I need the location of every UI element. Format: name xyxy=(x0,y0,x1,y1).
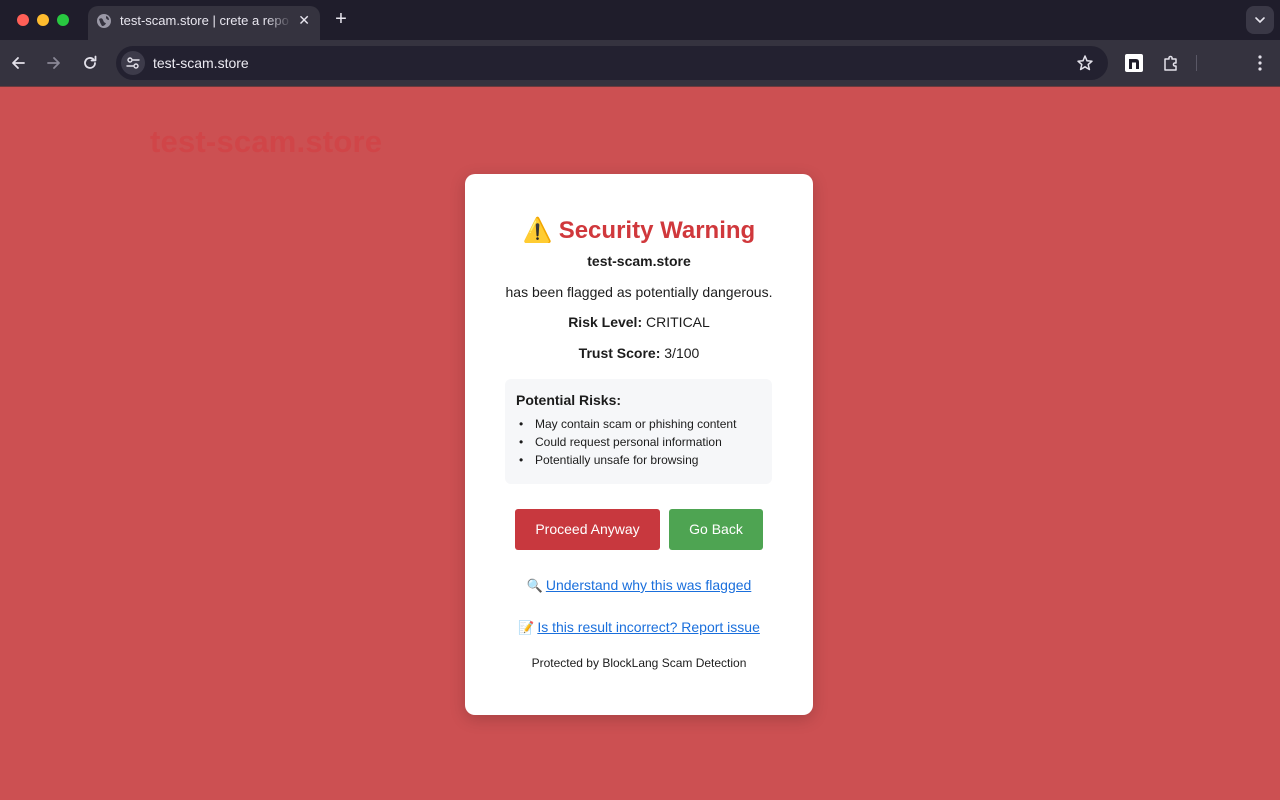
warning-icon: ⚠️ xyxy=(522,217,553,244)
trust-score-label: Trust Score: xyxy=(578,345,661,361)
extensions-puzzle-icon[interactable] xyxy=(1161,53,1181,73)
list-item: May contain scam or phishing content xyxy=(516,417,736,435)
memo-icon: 📝 xyxy=(518,620,535,635)
understand-why-link[interactable]: 🔍 Understand why this was flagged xyxy=(465,577,813,594)
protected-by-footer: Protected by BlockLang Scam Detection xyxy=(531,656,747,670)
chevron-down-icon xyxy=(1255,17,1265,24)
tab-title: test-scam.store | crete a repo xyxy=(120,13,289,28)
tune-icon xyxy=(126,57,140,69)
list-item: Potentially unsafe for browsing xyxy=(516,453,736,471)
back-arrow-icon[interactable] xyxy=(8,53,28,73)
report-issue-link[interactable]: 📝 Is this result incorrect? Report issue xyxy=(465,619,813,636)
list-item: Could request personal information xyxy=(516,435,736,453)
risk-level-label: Risk Level: xyxy=(568,314,643,330)
tab-close-icon[interactable]: ✕ xyxy=(298,11,310,29)
site-info-button[interactable] xyxy=(121,51,145,75)
browser-tab[interactable]: test-scam.store | crete a repo ✕ xyxy=(88,6,320,40)
trust-score-value: 3/100 xyxy=(664,345,700,361)
toolbar-divider xyxy=(1196,55,1197,71)
tab-search-button[interactable] xyxy=(1246,6,1274,34)
flagged-domain: test-scam.store xyxy=(587,253,691,269)
window-minimize-button[interactable] xyxy=(37,14,49,26)
reload-icon[interactable] xyxy=(80,53,100,73)
window-close-button[interactable] xyxy=(17,14,29,26)
warning-title-text: Security Warning xyxy=(558,217,756,244)
flagged-description: has been flagged as potentially dangerou… xyxy=(505,284,773,300)
go-back-button[interactable]: Go Back xyxy=(669,509,763,550)
url-text[interactable]: test-scam.store xyxy=(153,55,249,71)
more-menu-icon[interactable] xyxy=(1250,53,1270,73)
background-domain-heading: test-scam.store xyxy=(150,124,383,159)
understand-why-link-text[interactable]: Understand why this was flagged xyxy=(546,577,751,593)
window-zoom-button[interactable] xyxy=(57,14,69,26)
report-issue-link-text[interactable]: Is this result incorrect? Report issue xyxy=(537,619,760,635)
magnifier-icon: 🔍 xyxy=(526,578,543,593)
risk-level-value: CRITICAL xyxy=(646,314,710,330)
globe-icon xyxy=(97,14,111,28)
browser-toolbar: test-scam.store xyxy=(0,40,1280,86)
new-tab-button[interactable]: + xyxy=(330,8,352,30)
warning-title: ⚠️ Security Warning xyxy=(465,216,813,245)
proceed-anyway-button[interactable]: Proceed Anyway xyxy=(515,509,660,550)
toolbar-border xyxy=(0,86,1280,87)
potential-risks-list: May contain scam or phishing content Cou… xyxy=(516,417,736,471)
forward-arrow-icon[interactable] xyxy=(44,53,64,73)
security-warning-card: ⚠️ Security Warning test-scam.store has b… xyxy=(465,174,813,715)
potential-risks-box: Potential Risks: May contain scam or phi… xyxy=(505,379,772,484)
extension-n-icon[interactable] xyxy=(1125,54,1143,72)
risk-level: Risk Level: CRITICAL xyxy=(465,314,813,330)
browser-tab-bar: test-scam.store | crete a repo ✕ + xyxy=(0,0,1280,40)
trust-score: Trust Score: 3/100 xyxy=(465,345,813,361)
address-bar[interactable]: test-scam.store xyxy=(116,46,1108,80)
bookmark-star-icon[interactable] xyxy=(1076,54,1094,72)
potential-risks-heading: Potential Risks: xyxy=(516,392,622,408)
